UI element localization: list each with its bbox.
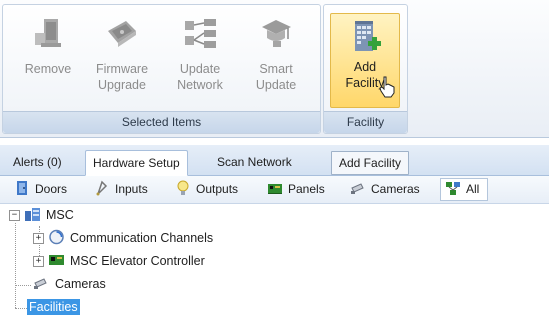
firmware-upgrade-button[interactable]: Firmware Upgrade <box>89 11 155 107</box>
tree-label-msc-elevator-controller: MSC Elevator Controller <box>70 254 205 268</box>
group-label-facility: Facility <box>324 111 407 133</box>
tree-node-msc[interactable]: − MSC <box>9 205 74 225</box>
output-bulb-icon <box>177 180 189 195</box>
category-inputs-label: Inputs <box>115 182 148 196</box>
tab-scan-network[interactable]: Scan Network <box>210 150 299 174</box>
ribbon-group-selected-items: Remove Firmware Upgrade Update Network S… <box>2 4 321 134</box>
tree-connector <box>15 223 16 308</box>
all-network-icon <box>446 182 460 195</box>
ribbon: Remove Firmware Upgrade Update Network S… <box>0 0 549 138</box>
category-cameras[interactable]: Cameras <box>348 179 420 200</box>
remove-controller-icon <box>35 19 61 47</box>
firmware-upgrade-label: Firmware Upgrade <box>95 62 149 92</box>
collapse-toggle[interactable]: − <box>9 210 20 221</box>
ribbon-group-facility: Add Facility Facility <box>323 4 408 134</box>
tree-node-facilities[interactable]: Facilities <box>27 297 80 317</box>
update-network-label: Update Network <box>177 62 223 92</box>
tree-connector <box>15 285 31 286</box>
category-doors[interactable]: Doors <box>12 179 67 200</box>
smart-update-label: Smart Update <box>255 62 297 92</box>
camera-icon <box>34 278 47 289</box>
tree-node-msc-elevator-controller[interactable]: + MSC Elevator Controller <box>33 251 205 271</box>
add-facility-tab-button[interactable]: Add Facility <box>331 151 410 175</box>
update-network-button[interactable]: Update Network <box>167 11 233 107</box>
door-icon <box>17 181 27 195</box>
tree-label-communication-channels: Communication Channels <box>70 231 214 245</box>
category-cameras-label: Cameras <box>371 182 420 196</box>
building-add-icon <box>355 21 381 51</box>
network-icon <box>185 19 216 48</box>
category-outputs[interactable]: Outputs <box>173 179 238 200</box>
tree-node-communication-channels[interactable]: + Communication Channels <box>33 228 213 248</box>
category-panels[interactable]: Panels <box>265 179 325 200</box>
category-panels-label: Panels <box>288 182 325 196</box>
camera-icon <box>351 183 364 194</box>
tab-strip: Alerts (0) Hardware Setup Scan Network A… <box>0 145 549 176</box>
category-all[interactable]: All <box>440 178 489 201</box>
hand-cursor-icon <box>379 76 395 98</box>
server-icon <box>25 208 40 221</box>
expand-toggle[interactable]: + <box>33 256 44 267</box>
tree-label-cameras: Cameras <box>55 277 106 291</box>
expand-toggle[interactable]: + <box>33 233 44 244</box>
add-facility-button[interactable]: Add Facility <box>330 13 400 108</box>
category-inputs[interactable]: Inputs <box>92 179 148 200</box>
tab-hardware-setup[interactable]: Hardware Setup <box>85 150 188 176</box>
tree-label-facilities: Facilities <box>27 299 80 315</box>
tree-node-cameras[interactable]: Cameras <box>33 274 106 294</box>
tree-label-msc: MSC <box>46 208 74 222</box>
remove-label: Remove <box>24 62 72 76</box>
tab-alerts[interactable]: Alerts (0) <box>6 150 69 174</box>
category-all-label: All <box>466 182 480 196</box>
category-outputs-label: Outputs <box>196 182 239 196</box>
input-icon <box>96 180 108 196</box>
firmware-chip-icon <box>108 21 136 47</box>
category-toolbar: Doors Inputs Outputs Panels Cameras All <box>0 176 549 204</box>
panel-board-icon <box>268 184 282 194</box>
tree-connector <box>15 308 27 309</box>
channel-icon <box>49 229 64 245</box>
remove-button[interactable]: Remove <box>15 11 81 107</box>
group-label-selected-items: Selected Items <box>3 111 320 133</box>
hardware-tree: − MSC + Communication Channels + MSC Ele… <box>0 204 549 318</box>
smart-update-icon <box>262 20 291 47</box>
controller-board-icon <box>49 255 64 265</box>
smart-update-button[interactable]: Smart Update <box>243 11 309 107</box>
category-doors-label: Doors <box>35 182 68 196</box>
